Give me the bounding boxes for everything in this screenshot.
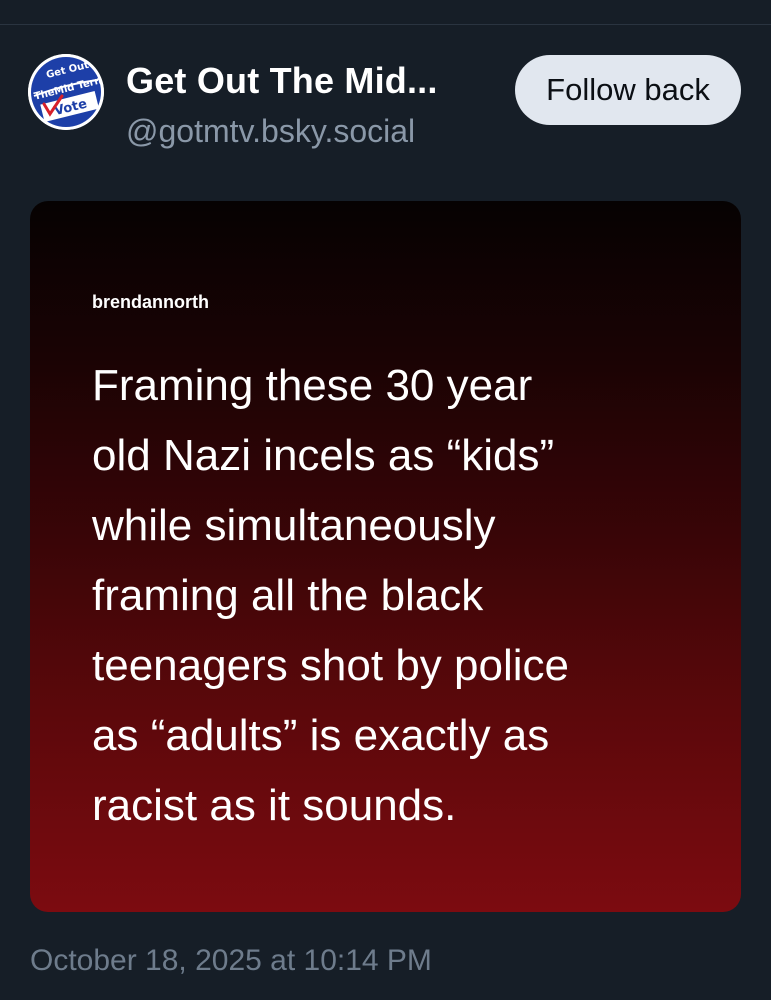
image-username: brendannorth	[92, 292, 209, 312]
author-handle[interactable]: @gotmtv.bsky.social	[126, 113, 415, 150]
avatar-logo-icon: Get Out TheMid Tern Vote	[28, 54, 104, 130]
post-timestamp: October 18, 2025 at 10:14 PM	[30, 944, 432, 977]
image-text-line: while simultaneously	[92, 501, 496, 550]
image-text-line: racist as it sounds.	[92, 781, 457, 830]
top-divider	[0, 24, 771, 25]
image-text-line: teenagers shot by police	[92, 641, 569, 690]
image-quote-text: Framing these 30 year old Nazi incels as…	[92, 351, 712, 841]
post-image[interactable]: brendannorth Framing these 30 year old N…	[30, 201, 741, 912]
image-text-line: framing all the black	[92, 571, 484, 620]
image-text-line: Framing these 30 year	[92, 361, 533, 410]
image-text-line: old Nazi incels as “kids”	[92, 431, 555, 480]
author-display-name[interactable]: Get Out The Mid...	[126, 60, 438, 102]
avatar[interactable]: Get Out TheMid Tern Vote	[28, 54, 104, 130]
image-text-line: as “adults” is exactly as	[92, 711, 550, 760]
follow-back-button[interactable]: Follow back	[515, 55, 741, 125]
